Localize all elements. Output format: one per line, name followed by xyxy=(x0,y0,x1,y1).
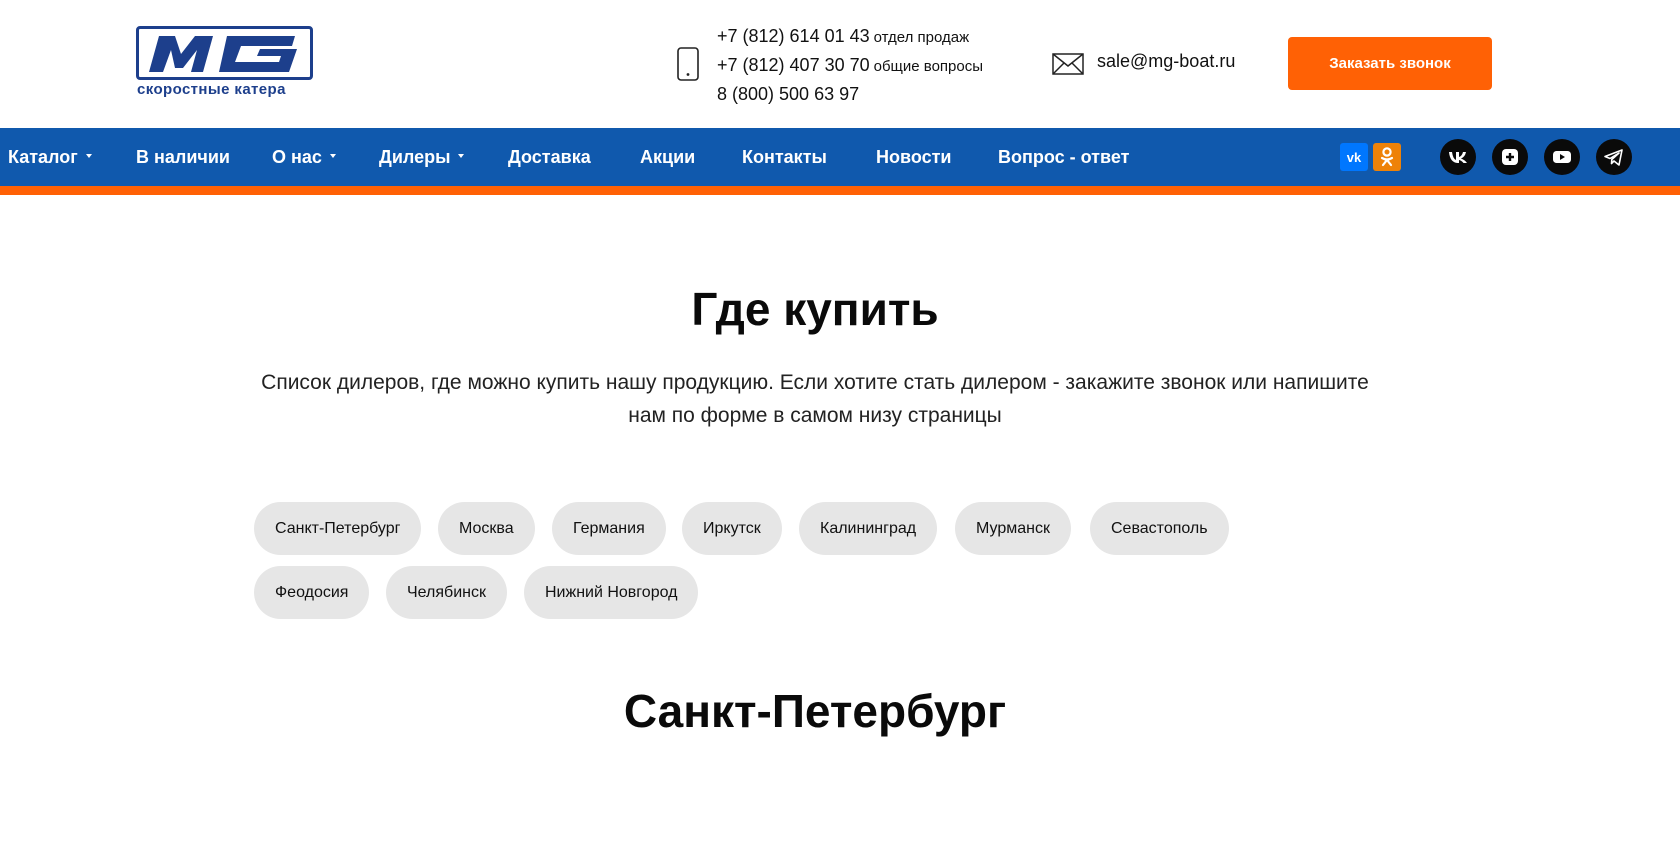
logo-subtitle: скоростные катера xyxy=(137,81,286,98)
nav-item-about[interactable]: О нас xyxy=(272,128,336,186)
nav-item-label: Дилеры xyxy=(379,147,451,167)
nav-item-catalog[interactable]: Каталог xyxy=(8,128,92,186)
phone-line-sales: +7 (812) 614 01 43 отдел продаж xyxy=(717,22,983,51)
city-chip[interactable]: Феодосия xyxy=(254,566,370,619)
city-chip[interactable]: Мурманск xyxy=(955,502,1071,555)
logo-mark xyxy=(136,26,313,80)
city-chip[interactable]: Санкт-Петербург xyxy=(254,502,422,555)
page-title: Где купить xyxy=(691,283,939,335)
nav-accent-stripe xyxy=(0,186,1680,195)
nav-item-contacts[interactable]: Контакты xyxy=(742,128,827,186)
city-chip[interactable]: Калининград xyxy=(799,502,938,555)
nav-item-label: Новости xyxy=(876,147,952,167)
page-lead-text: Список дилеров, где можно купить нашу пр… xyxy=(261,371,1369,427)
odnoklassniki-share-icon[interactable] xyxy=(1373,143,1401,171)
telegram-icon[interactable] xyxy=(1596,139,1632,175)
city-chip[interactable]: Германия xyxy=(552,502,666,555)
youtube-icon[interactable] xyxy=(1544,139,1580,175)
phone-number[interactable]: +7 (812) 614 01 43 xyxy=(717,26,870,46)
phone-line-toll-free: 8 (800) 500 63 97 xyxy=(717,80,983,109)
mail-icon xyxy=(1052,53,1084,75)
city-chip[interactable]: Москва xyxy=(438,502,535,555)
nav-item-faq[interactable]: Вопрос - ответ xyxy=(998,128,1129,186)
nav-item-label: Контакты xyxy=(742,147,827,167)
chevron-down-icon xyxy=(329,154,336,159)
city-chip[interactable]: Севастополь xyxy=(1090,502,1229,555)
logo-mg-letters xyxy=(149,36,297,72)
nav-item-in-stock[interactable]: В наличии xyxy=(136,128,230,186)
phone-line-general: +7 (812) 407 30 70 общие вопросы xyxy=(717,51,983,80)
section-title-city: Санкт-Петербург xyxy=(623,685,1007,737)
nav-item-label: Каталог xyxy=(8,147,78,167)
nav-item-label: Акции xyxy=(640,147,696,167)
phone-list: +7 (812) 614 01 43 отдел продаж +7 (812) … xyxy=(717,22,983,109)
city-chip[interactable]: Нижний Новгород xyxy=(524,566,699,619)
main-nav xyxy=(0,128,1680,186)
request-call-button[interactable]: Заказать звонок xyxy=(1288,37,1492,90)
email-link[interactable]: sale@mg-boat.ru xyxy=(1097,51,1235,72)
nav-item-label: Доставка xyxy=(508,147,591,167)
svg-text:vk: vk xyxy=(1347,150,1362,165)
phone-note: отдел продаж xyxy=(873,29,970,46)
nav-item-news[interactable]: Новости xyxy=(876,128,951,186)
phone-number[interactable]: 8 (800) 500 63 97 xyxy=(717,84,859,104)
mobile-phone-icon xyxy=(677,47,699,81)
nav-item-promotions[interactable]: Акции xyxy=(640,128,695,186)
chevron-down-icon xyxy=(458,154,465,159)
phone-number[interactable]: +7 (812) 407 30 70 xyxy=(717,55,870,75)
chevron-down-icon xyxy=(85,154,92,159)
city-chip[interactable]: Челябинск xyxy=(386,566,507,619)
rutube-icon[interactable] xyxy=(1492,139,1528,175)
phone-note: общие вопросы xyxy=(873,58,984,75)
nav-item-label: Вопрос - ответ xyxy=(998,147,1130,167)
nav-item-label: В наличии xyxy=(136,147,230,167)
nav-item-label: О нас xyxy=(272,147,322,167)
city-chip[interactable]: Иркутск xyxy=(682,502,782,555)
nav-item-delivery[interactable]: Доставка xyxy=(508,128,591,186)
vk-icon[interactable] xyxy=(1440,139,1476,175)
nav-item-dealers[interactable]: Дилеры xyxy=(379,128,465,186)
site-logo[interactable]: скоростные катера xyxy=(136,26,314,98)
vk-share-icon[interactable]: vk xyxy=(1340,143,1368,171)
